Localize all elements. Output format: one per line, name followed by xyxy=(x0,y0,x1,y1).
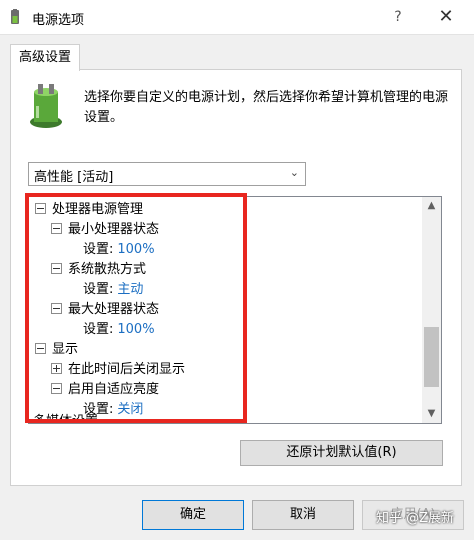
tree-row-label: 设置: xyxy=(83,322,114,337)
tree-row-label: 处理器电源管理 xyxy=(52,202,144,217)
collapse-icon[interactable] xyxy=(51,383,62,394)
collapse-icon[interactable] xyxy=(51,303,62,314)
power-options-icon xyxy=(11,9,19,24)
cancel-button[interactable]: 取消 xyxy=(252,500,354,530)
watermark: 知乎 @Z展新 xyxy=(376,511,455,526)
tree-row-label: 设置: xyxy=(83,282,114,297)
tree-row[interactable]: 设置: 100% xyxy=(83,320,155,340)
tree-row-label: 在此时间后关闭显示 xyxy=(68,362,186,377)
scroll-down-icon[interactable]: ▼ xyxy=(422,405,441,423)
tree-row[interactable]: 启用自适应亮度 xyxy=(51,380,159,400)
tree-row[interactable]: 显示 xyxy=(35,340,78,360)
tree-row[interactable]: 系统散热方式 xyxy=(51,260,146,280)
settings-tree[interactable]: 处理器电源管理 最小处理器状态 设置: 100% 系统散热方式 设置: 主动 最大处理器状态设… xyxy=(28,196,442,424)
collapse-icon[interactable] xyxy=(35,343,46,354)
scroll-up-icon[interactable]: ▲ xyxy=(422,197,441,215)
collapse-icon[interactable] xyxy=(51,263,62,274)
close-button[interactable]: ✕ xyxy=(430,4,462,30)
tab-advanced-settings[interactable]: 高级设置 xyxy=(10,44,80,71)
battery-icon xyxy=(30,84,62,128)
tree-row[interactable]: 处理器电源管理 xyxy=(35,200,143,220)
tree-row[interactable]: 设置: 100% xyxy=(83,240,155,260)
setting-value-link[interactable]: 100% xyxy=(117,242,154,257)
tree-row-label: 启用自适应亮度 xyxy=(68,382,160,397)
help-button[interactable]: ? xyxy=(384,6,412,28)
tree-cut-row: 多媒体设置 xyxy=(33,414,99,424)
plan-description: 选择你要自定义的电源计划，然后选择你希望计算机管理的电源设置。 xyxy=(84,90,449,125)
power-plan-value: 高性能 [活动] xyxy=(34,170,114,185)
collapse-icon[interactable] xyxy=(51,223,62,234)
setting-value-link[interactable]: 100% xyxy=(117,322,154,337)
tree-row[interactable]: 最小处理器状态 xyxy=(51,220,159,240)
tree-row-label: 显示 xyxy=(52,342,79,357)
expand-icon[interactable] xyxy=(51,363,62,374)
tree-row-label: 设置: xyxy=(83,242,114,257)
tree-row-label: 系统散热方式 xyxy=(68,262,147,277)
window-title: 电源选项 xyxy=(32,13,85,28)
tree-row[interactable]: 在此时间后关闭显示 xyxy=(51,360,185,380)
power-plan-select[interactable]: 高性能 [活动] ⌄ xyxy=(28,162,306,186)
tree-row-label: 最大处理器状态 xyxy=(68,302,160,317)
tree-row[interactable]: 设置: 主动 xyxy=(83,280,143,300)
collapse-icon[interactable] xyxy=(35,203,46,214)
ok-button[interactable]: 确定 xyxy=(142,500,244,530)
tree-row[interactable]: 最大处理器状态 xyxy=(51,300,159,320)
setting-value-link[interactable]: 主动 xyxy=(117,282,143,297)
setting-value-link[interactable]: 关闭 xyxy=(117,402,143,417)
tree-scrollbar[interactable]: ▲ ▼ xyxy=(422,197,441,423)
restore-defaults-button[interactable]: 还原计划默认值(R) xyxy=(240,440,443,466)
chevron-down-icon: ⌄ xyxy=(289,166,299,179)
title-bar: 电源选项 ? ✕ xyxy=(0,0,474,35)
tree-row-label: 最小处理器状态 xyxy=(68,222,160,237)
scroll-thumb[interactable] xyxy=(424,327,439,387)
